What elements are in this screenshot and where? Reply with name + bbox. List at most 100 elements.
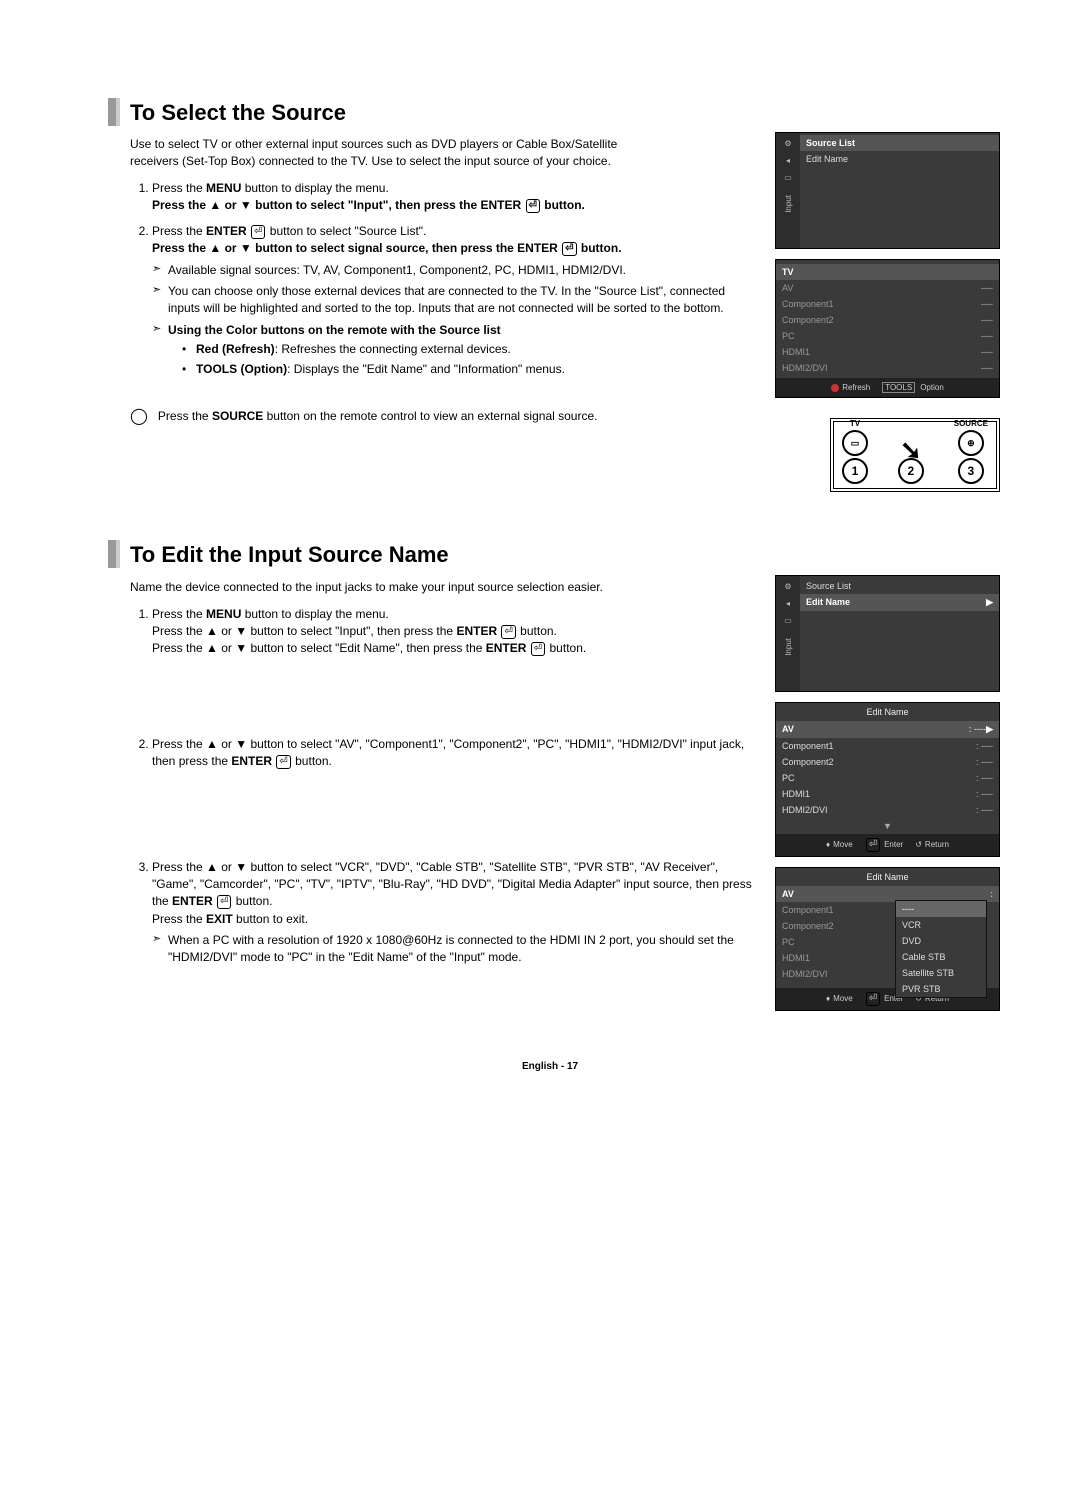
e1-v1: : ---- <box>976 741 993 751</box>
e1-enter: Enter <box>884 840 903 849</box>
osd1-item2: Edit Name <box>806 154 993 164</box>
s2-enter-b4: ENTER <box>172 894 213 908</box>
e1-v2: : ---- <box>976 757 993 767</box>
s2-2-2: button. <box>292 754 332 768</box>
sl-row3: Component2 <box>782 315 981 325</box>
e1-r1: Component1 <box>782 741 976 751</box>
osd1-item1: Source List <box>806 138 993 148</box>
section2-steps: Press the MENU button to display the men… <box>130 606 757 967</box>
osd2-i1: Source List <box>806 581 993 591</box>
enter-icon <box>865 992 881 1006</box>
s2-1b2: button. <box>517 624 557 638</box>
s1-step1b: Press the ▲ or ▼ button to select "Input… <box>152 198 525 212</box>
sl-row1: AV <box>782 283 981 293</box>
section2-title: To Edit the Input Source Name <box>100 542 1000 568</box>
remote-tv-button: ▭ <box>842 430 868 456</box>
osd-edit1-title: Edit Name <box>776 703 999 721</box>
sl-val5: ---- <box>981 347 993 357</box>
gear-icon: ⚙ <box>784 139 791 148</box>
red-dot-icon <box>831 384 839 392</box>
source-note: ◯ Press the SOURCE button on the remote … <box>130 408 757 426</box>
s2-menu-b: MENU <box>206 607 241 621</box>
dd1: VCR <box>896 917 986 933</box>
enter-icon <box>216 894 232 908</box>
s1-step2-a: Press the <box>152 224 206 238</box>
note-post: button on the remote control to view an … <box>263 409 597 423</box>
osd-refresh: Refresh <box>842 383 870 392</box>
enter-icon <box>250 224 266 238</box>
s1-step1-a2: button to display the menu. <box>241 181 388 195</box>
enter-icon <box>525 198 541 212</box>
s2-exit-b: EXIT <box>206 912 233 926</box>
e1-r5: HDMI2/DVI <box>782 805 976 815</box>
remote-tv-label: TV <box>850 419 860 428</box>
tools-option-t: : Displays the "Edit Name" and "Informat… <box>287 362 565 376</box>
section2-intro: Name the device connected to the input j… <box>130 579 620 596</box>
osd1-sidelabel: Input <box>784 195 793 213</box>
osd2-sidelabel: Input <box>784 638 793 656</box>
osd-input-menu-2: ⚙ ◂ ▭ Input Source List Edit Name▶ <box>775 575 1000 692</box>
enter-icon <box>865 838 881 852</box>
sl-row0: TV <box>782 267 993 277</box>
usb-icon: ▭ <box>784 173 792 182</box>
e1-return: Return <box>925 840 949 849</box>
dd0: ---- <box>896 901 986 917</box>
remote-source-button: ⊕ <box>958 430 984 456</box>
osd2-i2: Edit Name <box>806 597 986 607</box>
sl-row2: Component1 <box>782 299 981 309</box>
note-pre: Press the <box>158 409 212 423</box>
enter-icon <box>530 641 546 655</box>
e1-r3: PC <box>782 773 976 783</box>
osd-edit2-title: Edit Name <box>776 868 999 886</box>
osd-option: Option <box>920 383 944 392</box>
source-bold: SOURCE <box>212 409 263 423</box>
s2-exit-c: button to exit. <box>233 912 308 926</box>
gear-icon: ⚙ <box>784 582 791 591</box>
s2-1a2: button to display the menu. <box>241 607 388 621</box>
e1-v0: : ---- <box>969 724 987 734</box>
tools-icon: TOOLS <box>882 382 915 393</box>
s2-1c2: button. <box>546 641 586 655</box>
page-footer: English - 17 <box>100 1061 1000 1072</box>
s1-step2b: Press the ▲ or ▼ button to select signal… <box>152 241 561 255</box>
dd2: DVD <box>896 933 986 949</box>
osd-edit-name-2: Edit Name AV: Component1 Component2 PC H… <box>775 867 1000 1011</box>
dd4: Satellite STB <box>896 965 986 981</box>
dd3: Cable STB <box>896 949 986 965</box>
tools-option-b: TOOLS (Option) <box>196 362 287 376</box>
arrow-right-icon: ▶ <box>986 724 993 735</box>
enter-icon <box>500 624 516 638</box>
sl-val3: ---- <box>981 315 993 325</box>
s1-step1b2: button. <box>541 198 585 212</box>
remote-num-1: 1 <box>842 458 868 484</box>
enter-bold: ENTER <box>206 224 247 238</box>
remote-arrow-icon: ➘ <box>900 443 922 459</box>
enter-icon <box>561 241 577 255</box>
enter-icon <box>275 754 291 768</box>
choose-note: You can choose only those external devic… <box>152 283 757 318</box>
s2-exit-a: Press the <box>152 912 206 926</box>
s2-3-2: button. <box>232 894 272 908</box>
avail-sources: Available signal sources: TV, AV, Compon… <box>152 262 757 279</box>
sl-val2: ---- <box>981 299 993 309</box>
osd-edit-name-1: Edit Name AV: ---- ▶ Component1: ---- Co… <box>775 702 1000 857</box>
arrow-right-icon: ▶ <box>986 597 993 608</box>
osd-input-menu: ⚙ ◂ ▭ Input Source List Edit Name <box>775 132 1000 249</box>
s2-pc-note: When a PC with a resolution of 1920 x 10… <box>152 932 757 967</box>
s1-step2b2: button. <box>578 241 622 255</box>
input-icon: ◂ <box>786 599 790 608</box>
s2-enter-b2: ENTER <box>486 641 527 655</box>
e2-move: Move <box>833 994 853 1003</box>
e1-r0: AV <box>782 724 969 734</box>
e1-r2: Component2 <box>782 757 976 767</box>
osd-source-list: TV AV---- Component1---- Component2---- … <box>775 259 1000 398</box>
dd5: PVR STB <box>896 981 986 997</box>
edit-name-dropdown: ---- VCR DVD Cable STB Satellite STB PVR… <box>895 900 987 998</box>
remote-num-3: 3 <box>958 458 984 484</box>
color-buttons-heading: Using the Color buttons on the remote wi… <box>168 323 501 337</box>
s2-1c: Press the ▲ or ▼ button to select "Edit … <box>152 641 486 655</box>
s2-1b: Press the ▲ or ▼ button to select "Input… <box>152 624 456 638</box>
e1-r4: HDMI1 <box>782 789 976 799</box>
sl-val6: ---- <box>981 363 993 373</box>
e1-v5: : ---- <box>976 805 993 815</box>
